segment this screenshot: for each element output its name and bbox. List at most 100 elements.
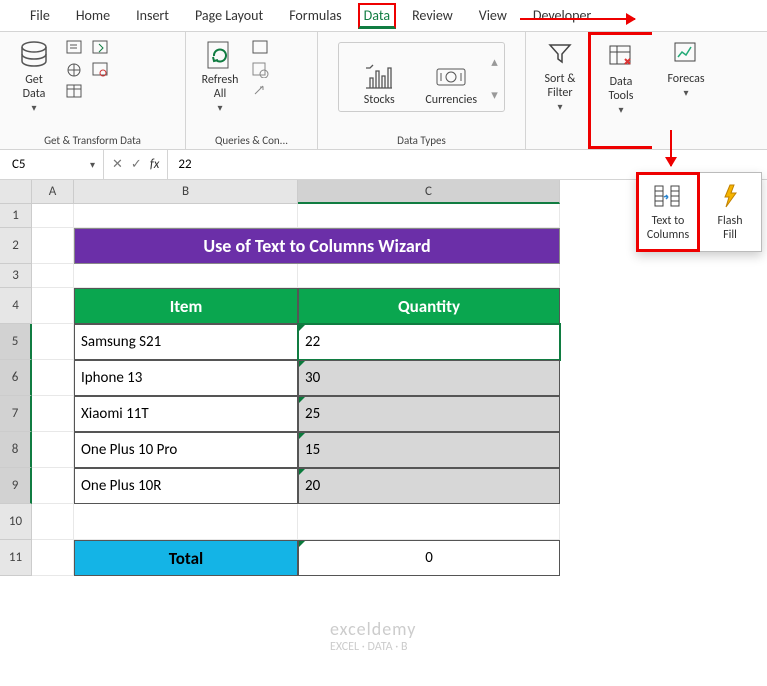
tab-insert[interactable]: Insert	[126, 1, 179, 30]
row-head-10[interactable]: 10	[0, 504, 32, 540]
name-box[interactable]: C5	[4, 150, 104, 180]
cell-b1[interactable]	[74, 204, 298, 228]
row-head-1[interactable]: 1	[0, 204, 32, 228]
title-cell[interactable]: Use of Text to Columns Wizard	[74, 228, 560, 264]
fx-icon[interactable]: fx	[150, 157, 160, 172]
cell-c8[interactable]: 15	[298, 432, 560, 468]
cell-a3[interactable]	[32, 264, 74, 288]
row-head-2[interactable]: 2	[0, 228, 32, 264]
header-quantity[interactable]: Quantity	[298, 288, 560, 324]
get-transform-small-buttons-2	[92, 36, 110, 78]
get-data-button[interactable]: Get Data	[6, 36, 62, 114]
from-table-icon[interactable]	[66, 84, 84, 100]
data-tools-button[interactable]: Data Tools	[593, 39, 649, 117]
row-head-4[interactable]: 4	[0, 288, 32, 324]
cell-c1[interactable]	[298, 204, 560, 228]
cell-c5[interactable]: 22	[298, 324, 560, 360]
cell-b8[interactable]: One Plus 10 Pro	[74, 432, 298, 468]
cell-a4[interactable]	[32, 288, 74, 324]
tab-developer[interactable]: Developer	[523, 1, 601, 30]
fx-controls: ✕ ✓ fx	[104, 150, 168, 179]
total-label-cell[interactable]: Total	[74, 540, 298, 576]
watermark-tagline: EXCEL · DATA · B	[330, 640, 416, 654]
row-head-5[interactable]: 5	[0, 324, 32, 360]
tab-file[interactable]: File	[20, 1, 60, 30]
cell-c10[interactable]	[298, 504, 560, 540]
ribbon-content: Get Data Get & Transform Data Refresh Al…	[0, 32, 767, 150]
get-transform-small-buttons	[66, 36, 84, 100]
col-head-b[interactable]: B	[74, 180, 298, 204]
enter-icon[interactable]: ✓	[131, 157, 142, 172]
tab-review[interactable]: Review	[402, 1, 463, 30]
existing-connections-icon[interactable]	[92, 62, 110, 78]
flash-fill-button[interactable]: Flash Fill	[699, 173, 761, 251]
cell-a8[interactable]	[32, 432, 74, 468]
properties-icon[interactable]	[252, 62, 270, 78]
chevron-down-icon	[31, 101, 36, 114]
tab-page-layout[interactable]: Page Layout	[185, 1, 273, 30]
cell-b5[interactable]: Samsung S21	[74, 324, 298, 360]
cell-c7[interactable]: 25	[298, 396, 560, 432]
group-get-transform-label: Get & Transform Data	[6, 132, 179, 149]
row-head-9[interactable]: 9	[0, 468, 32, 504]
group-data-types: Stocks Currencies ▴ ▾ Data Types	[318, 32, 526, 149]
group-queries-label: Queries & Con...	[192, 132, 311, 149]
stocks-button[interactable]: Stocks	[345, 47, 413, 107]
header-item[interactable]: Item	[74, 288, 298, 324]
text-to-columns-button[interactable]: Text to Columns	[637, 173, 699, 251]
select-all-corner[interactable]	[0, 180, 32, 204]
cell-a9[interactable]	[32, 468, 74, 504]
edit-links-icon[interactable]	[252, 84, 270, 100]
tab-formulas[interactable]: Formulas	[279, 1, 351, 30]
tab-view[interactable]: View	[469, 1, 517, 30]
cell-a2[interactable]	[32, 228, 74, 264]
text-to-columns-label: Text to Columns	[647, 214, 689, 242]
col-head-a[interactable]: A	[32, 180, 74, 204]
group-data-types-label: Data Types	[324, 132, 519, 149]
data-tools-label: Data Tools	[609, 75, 634, 103]
get-data-label: Get Data	[23, 73, 46, 101]
currencies-button[interactable]: Currencies	[417, 47, 485, 107]
cell-b10[interactable]	[74, 504, 298, 540]
forecast-button[interactable]: Forecas	[658, 36, 714, 114]
refresh-all-button[interactable]: Refresh All	[192, 36, 248, 114]
total-value-cell[interactable]: 0	[298, 540, 560, 576]
cell-c9[interactable]: 20	[298, 468, 560, 504]
col-head-c[interactable]: C	[298, 180, 560, 204]
formula-input[interactable]: 22	[168, 157, 767, 172]
recent-sources-icon[interactable]	[92, 40, 110, 56]
cell-c6[interactable]: 30	[298, 360, 560, 396]
datatype-nav-down-icon[interactable]: ▾	[491, 88, 498, 103]
refresh-all-label: Refresh All	[202, 73, 239, 101]
cell-a10[interactable]	[32, 504, 74, 540]
cell-a11[interactable]	[32, 540, 74, 576]
cell-b3[interactable]	[74, 264, 298, 288]
tab-home[interactable]: Home	[66, 1, 120, 30]
cancel-icon[interactable]: ✕	[112, 157, 123, 172]
cell-a1[interactable]	[32, 204, 74, 228]
data-tools-popover: Text to Columns Flash Fill	[636, 172, 762, 252]
text-to-columns-icon	[653, 183, 683, 211]
tab-data[interactable]: Data	[358, 3, 396, 29]
chevron-down-icon	[217, 101, 222, 114]
row-head-6[interactable]: 6	[0, 360, 32, 396]
cell-a7[interactable]	[32, 396, 74, 432]
cell-b6[interactable]: Iphone 13	[74, 360, 298, 396]
cell-b9[interactable]: One Plus 10R	[74, 468, 298, 504]
stocks-label: Stocks	[364, 93, 395, 107]
queries-icon[interactable]	[252, 40, 270, 56]
cell-a5[interactable]	[32, 324, 74, 360]
row-head-11[interactable]: 11	[0, 540, 32, 576]
row-head-3[interactable]: 3	[0, 264, 32, 288]
from-text-icon[interactable]	[66, 40, 84, 56]
row-head-7[interactable]: 7	[0, 396, 32, 432]
group-sort-filter: Sort & Filter	[526, 32, 588, 149]
cell-c3[interactable]	[298, 264, 560, 288]
datatype-nav-up-icon[interactable]: ▴	[491, 55, 498, 70]
queries-small-buttons	[252, 36, 270, 100]
row-head-8[interactable]: 8	[0, 432, 32, 468]
sort-filter-button[interactable]: Sort & Filter	[532, 36, 588, 114]
cell-b7[interactable]: Xiaomi 11T	[74, 396, 298, 432]
cell-a6[interactable]	[32, 360, 74, 396]
from-web-icon[interactable]	[66, 62, 84, 78]
